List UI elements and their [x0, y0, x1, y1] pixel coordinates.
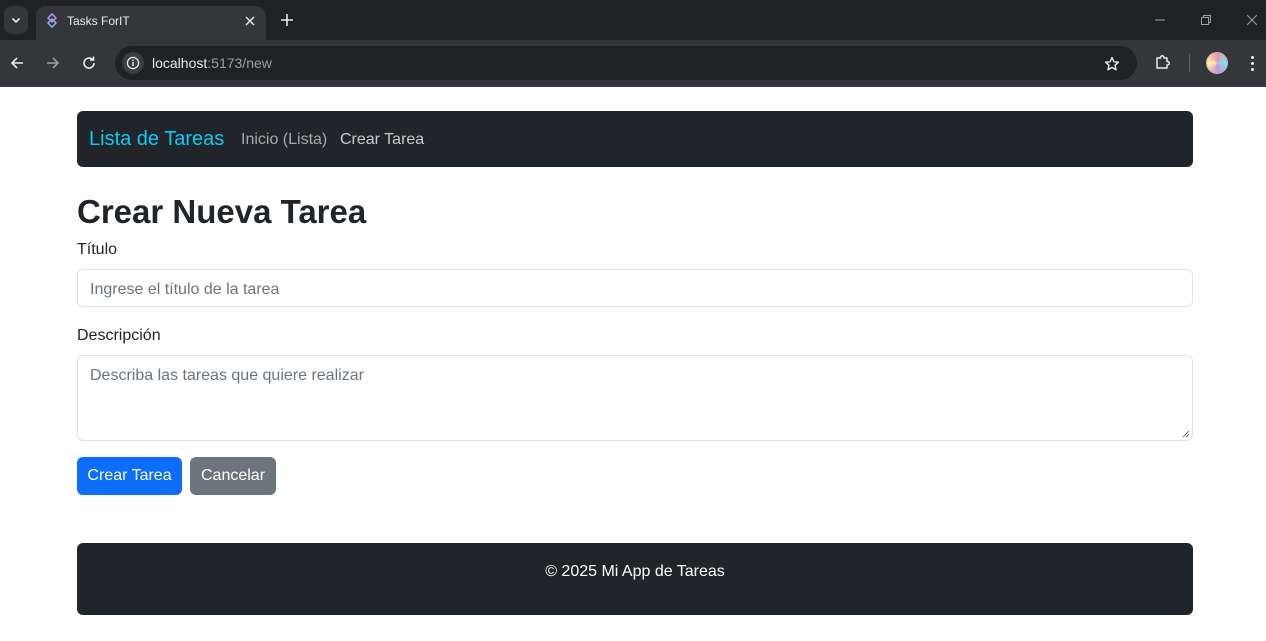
restore-icon [1201, 15, 1211, 25]
profile-avatar[interactable] [1206, 52, 1228, 74]
cancel-button[interactable]: Cancelar [190, 457, 276, 495]
chevron-down-icon [11, 17, 21, 24]
plus-icon [281, 14, 293, 26]
close-window-button[interactable] [1239, 8, 1265, 32]
minimize-icon [1155, 19, 1165, 21]
navbar-brand[interactable]: Lista de Tareas [89, 128, 224, 151]
browser-tabstrip: Tasks ForIT [0, 0, 1266, 40]
page-title: Crear Nueva Tarea [77, 193, 367, 230]
back-icon [10, 57, 23, 69]
address-bar[interactable]: localhost:5173/new [115, 46, 1137, 80]
minimize-button[interactable] [1147, 8, 1173, 32]
back-button[interactable] [4, 50, 30, 76]
tab-search-button[interactable] [4, 6, 28, 34]
nav-link-crear-tarea[interactable]: Crear Tarea [340, 131, 424, 149]
title-label: Título [77, 241, 118, 258]
app-navbar: Lista de Tareas Inicio (Lista) Crear Tar… [77, 111, 1193, 167]
restore-button[interactable] [1193, 8, 1219, 32]
bookmark-button[interactable] [1101, 53, 1123, 75]
url-host: localhost [152, 55, 208, 71]
description-label: Descripción [77, 327, 161, 344]
forward-icon [47, 57, 60, 69]
info-icon [126, 56, 140, 70]
tab-close-button[interactable] [241, 12, 259, 30]
tab-favicon-icon [46, 13, 58, 29]
url-path: :5173/new [207, 55, 272, 71]
close-window-icon [1246, 14, 1258, 26]
close-icon [245, 16, 255, 26]
page-viewport: Lista de Tareas Inicio (Lista) Crear Tar… [0, 87, 1266, 641]
title-input[interactable]: Ingrese el título de la tarea [77, 269, 1193, 307]
extensions-icon [1156, 55, 1170, 69]
toolbar-separator [1189, 54, 1190, 72]
description-textarea[interactable]: Describa las tareas que quiere realizar [77, 355, 1193, 441]
forward-button[interactable] [40, 50, 66, 76]
menu-icon[interactable] [1244, 52, 1260, 74]
reload-button[interactable] [76, 50, 102, 76]
extensions-button[interactable] [1152, 51, 1174, 73]
app-footer: © 2025 Mi App de Tareas [77, 543, 1193, 615]
new-tab-button[interactable] [276, 9, 298, 31]
star-icon [1104, 56, 1120, 71]
title-placeholder: Ingrese el título de la tarea [90, 281, 280, 298]
nav-link-inicio[interactable]: Inicio (Lista) [241, 131, 327, 149]
create-task-button[interactable]: Crear Tarea [77, 457, 182, 495]
browser-toolbar: localhost:5173/new [0, 40, 1266, 87]
reload-icon [83, 56, 95, 69]
url-text: localhost:5173/new [152, 55, 272, 71]
description-placeholder: Describa las tareas que quiere realizar [90, 367, 364, 384]
resize-grip-icon[interactable] [1182, 430, 1190, 438]
footer-text: © 2025 Mi App de Tareas [545, 563, 725, 580]
tab-title: Tasks ForIT [67, 14, 130, 28]
browser-tab[interactable]: Tasks ForIT [36, 6, 266, 40]
site-info-button[interactable] [122, 52, 144, 74]
